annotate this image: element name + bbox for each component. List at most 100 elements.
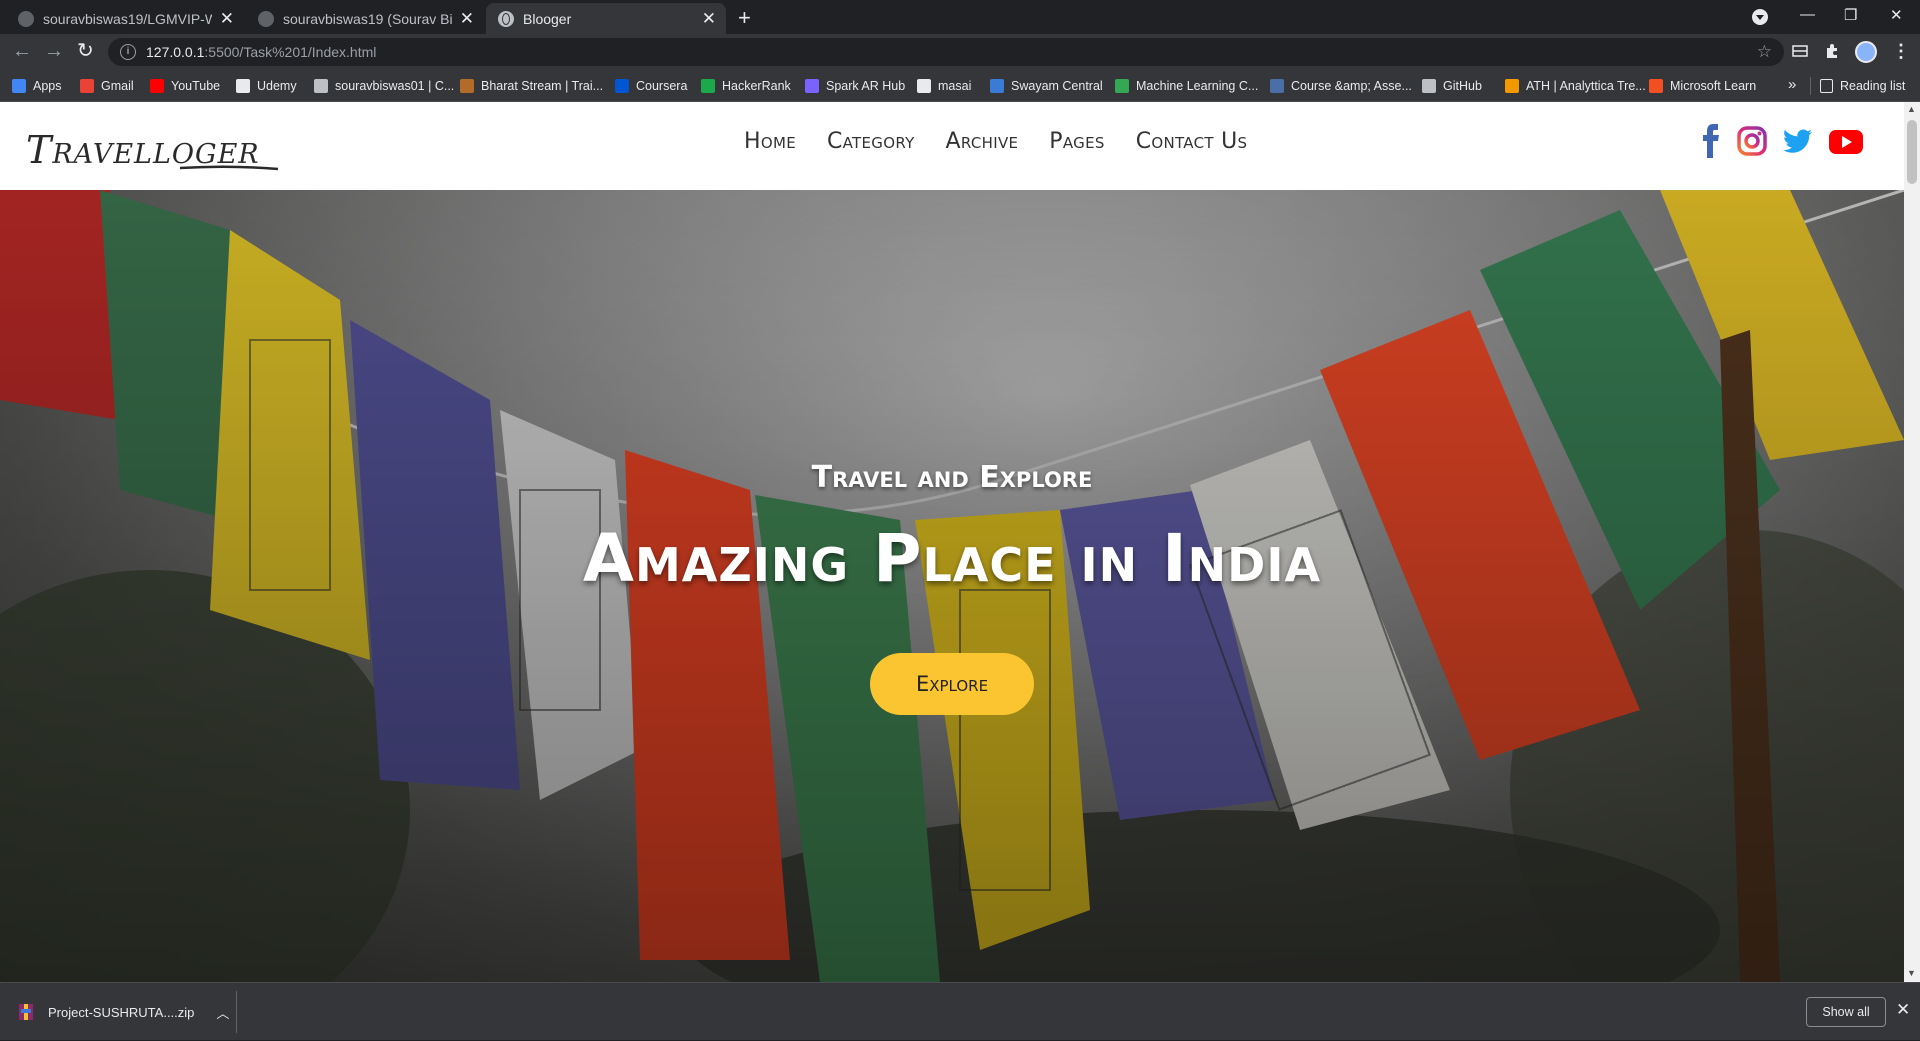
media-control-icon[interactable] <box>1792 43 1808 59</box>
facebook-icon[interactable] <box>1700 124 1722 158</box>
bookmark-label: masai <box>938 79 972 93</box>
bookmark-item[interactable]: Bharat Stream | Trai... <box>460 70 603 102</box>
bookmark-item[interactable]: YouTube <box>150 70 220 102</box>
bookmark-favicon-icon <box>80 79 94 93</box>
bookmark-item[interactable]: Gmail <box>80 70 134 102</box>
nav-archive[interactable]: Archive <box>946 129 1019 154</box>
site-header: Travelloger Home Category Archive Pages … <box>0 102 1904 190</box>
bookmark-label: Gmail <box>101 79 134 93</box>
tab-blooger[interactable]: Blooger ✕ <box>486 3 726 34</box>
browser-toolbar: ← → ↻ i 127.0.0.1:5500/Task%201/Index.ht… <box>0 34 1920 70</box>
url-host: 127.0.0.1 <box>146 44 205 60</box>
bookmark-item[interactable]: Microsoft Learn <box>1649 70 1756 102</box>
close-tab-icon[interactable]: ✕ <box>702 10 716 27</box>
twitter-icon[interactable] <box>1780 124 1814 158</box>
close-shelf-icon[interactable]: ✕ <box>1896 1000 1910 1020</box>
github-icon <box>18 10 34 27</box>
tab-title: souravbiswas19/LGMVIP-WebDe <box>43 10 212 27</box>
hero-banner: Travel and Explore Amazing Place in Indi… <box>0 190 1904 982</box>
menu-icon[interactable]: ⋮ <box>1892 41 1910 62</box>
bookmark-item[interactable]: GitHub <box>1422 70 1482 102</box>
bookmark-label: Spark AR Hub <box>826 79 906 93</box>
forward-icon[interactable]: → <box>44 41 64 61</box>
download-filename: Project-SUSHRUTA....zip <box>48 1004 195 1020</box>
bookmark-star-icon[interactable]: ☆ <box>1757 42 1772 62</box>
zip-file-icon <box>19 1004 33 1020</box>
bookmark-favicon-icon <box>1115 79 1129 93</box>
logo-underline <box>179 165 279 171</box>
bookmark-label: Coursera <box>636 79 688 93</box>
bookmark-item[interactable]: masai <box>917 70 971 102</box>
bookmark-item[interactable]: Swayam Central <box>990 70 1103 102</box>
main-nav: Home Category Archive Pages Contact Us <box>744 129 1247 154</box>
bookmarks-bar: Apps Gmail YouTube Udemy souravbiswas01 | C.… <box>0 70 1920 102</box>
minimize-icon[interactable]: — <box>1800 6 1815 23</box>
bookmark-label: Course &amp; Asse... <box>1291 79 1412 93</box>
bookmark-label: Apps <box>33 79 62 93</box>
close-window-icon[interactable]: ✕ <box>1890 6 1903 24</box>
explore-button[interactable]: Explore <box>870 653 1034 715</box>
bookmark-label: Bharat Stream | Trai... <box>481 79 604 93</box>
bookmark-favicon-icon <box>1422 79 1436 93</box>
bookmark-favicon-icon <box>990 79 1004 93</box>
close-tab-icon[interactable]: ✕ <box>220 10 234 27</box>
scroll-thumb[interactable] <box>1907 120 1917 184</box>
bookmark-favicon-icon <box>1649 79 1663 93</box>
instagram-icon[interactable] <box>1736 124 1768 158</box>
github-icon <box>258 10 274 27</box>
download-item[interactable]: Project-SUSHRUTA....zip ︿ <box>18 983 229 1041</box>
tab-github-profile[interactable]: souravbiswas19 (Sourav Biswas) ✕ <box>246 3 484 34</box>
nav-contact-us[interactable]: Contact Us <box>1136 129 1248 154</box>
back-icon[interactable]: ← <box>12 41 32 61</box>
bookmark-favicon-icon <box>314 79 328 93</box>
reload-icon[interactable]: ↻ <box>77 41 94 61</box>
tab-github-repo[interactable]: souravbiswas19/LGMVIP-WebDe ✕ <box>6 3 244 34</box>
bookmark-favicon-icon <box>701 79 715 93</box>
reading-list-button[interactable]: Reading list <box>1820 70 1905 102</box>
globe-icon <box>498 10 514 27</box>
bookmark-item[interactable]: ATH | Analyttica Tre... <box>1505 70 1646 102</box>
bookmark-favicon-icon <box>615 79 629 93</box>
bookmark-item[interactable]: Apps <box>12 70 62 102</box>
hero-subtitle: Travel and Explore <box>811 460 1093 495</box>
nav-pages[interactable]: Pages <box>1049 129 1104 154</box>
site-info-icon[interactable]: i <box>120 44 136 60</box>
bookmark-favicon-icon <box>150 79 164 93</box>
bookmark-label: Microsoft Learn <box>1670 79 1757 93</box>
download-shelf: Project-SUSHRUTA....zip ︿ Show all ✕ <box>0 982 1920 1040</box>
bookmark-item[interactable]: HackerRank <box>701 70 791 102</box>
address-bar[interactable]: i 127.0.0.1:5500/Task%201/Index.html ☆ <box>108 38 1784 66</box>
restore-icon[interactable]: ❐ <box>1844 6 1857 24</box>
bookmark-label: souravbiswas01 | C... <box>335 79 455 93</box>
extensions-icon[interactable] <box>1824 43 1840 59</box>
bookmark-item[interactable]: Machine Learning C... <box>1115 70 1258 102</box>
bookmark-item[interactable]: Udemy <box>236 70 297 102</box>
profile-avatar[interactable] <box>1855 41 1877 63</box>
bookmark-favicon-icon <box>1270 79 1284 93</box>
hero-title: Amazing Place in India <box>582 520 1322 597</box>
chevron-up-icon[interactable]: ︿ <box>216 1003 229 1022</box>
more-bookmarks-icon[interactable]: » <box>1788 76 1796 93</box>
nav-home[interactable]: Home <box>744 129 796 154</box>
bookmark-item[interactable]: souravbiswas01 | C... <box>314 70 454 102</box>
scroll-up-icon[interactable]: ▲ <box>1907 104 1916 114</box>
bookmark-favicon-icon <box>1505 79 1519 93</box>
bookmark-item[interactable]: Coursera <box>615 70 687 102</box>
bookmark-favicon-icon <box>12 79 26 93</box>
tab-search-icon[interactable] <box>1752 9 1768 25</box>
new-tab-button[interactable]: + <box>738 7 751 29</box>
page-scrollbar[interactable]: ▲ ▼ <box>1904 102 1920 982</box>
bookmark-label: YouTube <box>171 79 221 93</box>
close-tab-icon[interactable]: ✕ <box>460 10 474 27</box>
bookmark-favicon-icon <box>236 79 250 93</box>
show-all-button[interactable]: Show all <box>1806 997 1886 1027</box>
youtube-icon[interactable] <box>1828 124 1864 158</box>
bookmark-item[interactable]: Spark AR Hub <box>805 70 905 102</box>
bookmark-label: Swayam Central <box>1011 79 1103 93</box>
bookmark-item[interactable]: Course &amp; Asse... <box>1270 70 1412 102</box>
scroll-down-icon[interactable]: ▼ <box>1907 968 1916 978</box>
bookmark-label: ATH | Analyttica Tre... <box>1526 79 1646 93</box>
bookmark-favicon-icon <box>460 79 474 93</box>
nav-category[interactable]: Category <box>827 129 915 154</box>
divider <box>1810 77 1811 95</box>
